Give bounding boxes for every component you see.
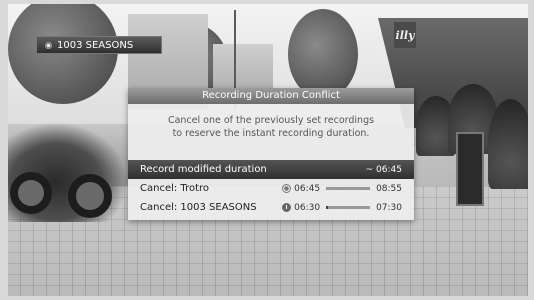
option-progress-bar <box>326 187 371 190</box>
recording-ring-icon <box>282 184 292 193</box>
dialog-message-line-2: to reserve the instant recording duratio… <box>172 128 370 139</box>
option-label: Record modified duration <box>140 164 267 175</box>
recording-conflict-dialog: Recording Duration Conflict Cancel one o… <box>128 88 414 220</box>
dialog-message-line-1: Cancel one of the previously set recordi… <box>167 115 375 126</box>
option-end-time: ~ 06:45 <box>365 164 402 175</box>
potted-plant <box>488 99 528 189</box>
option-cancel-1003-seasons[interactable]: Cancel: 1003 SEASONS 06:30 07:30 <box>128 198 414 217</box>
tree <box>288 9 358 99</box>
motorcycle-wheel <box>68 174 112 218</box>
channel-banner: 1003 SEASONS <box>36 36 162 54</box>
record-dot-icon <box>45 41 52 49</box>
option-start-time: 06:30 <box>294 202 321 213</box>
option-cancel-trotro[interactable]: Cancel: Trotro 06:45 08:55 <box>128 179 414 198</box>
menu-board <box>456 132 484 206</box>
option-record-modified-duration[interactable]: Record modified duration ~ 06:45 <box>128 160 414 179</box>
dialog-message: Cancel one of the previously set recordi… <box>128 114 414 150</box>
option-start-time: 06:45 <box>294 183 321 194</box>
illy-sign: illy <box>394 22 416 48</box>
option-end-time: 07:30 <box>376 202 402 213</box>
option-label: Cancel: Trotro <box>140 183 210 194</box>
option-end-time: 08:55 <box>376 183 402 194</box>
option-times: 06:30 07:30 <box>282 203 402 213</box>
option-times: 06:45 08:55 <box>282 184 402 194</box>
motorcycle-wheel <box>10 172 52 214</box>
option-label: Cancel: 1003 SEASONS <box>140 202 257 213</box>
clock-icon <box>282 203 292 212</box>
option-progress-bar <box>326 206 371 209</box>
dialog-title: Recording Duration Conflict <box>128 88 414 104</box>
channel-name: 1003 SEASONS <box>57 39 134 51</box>
